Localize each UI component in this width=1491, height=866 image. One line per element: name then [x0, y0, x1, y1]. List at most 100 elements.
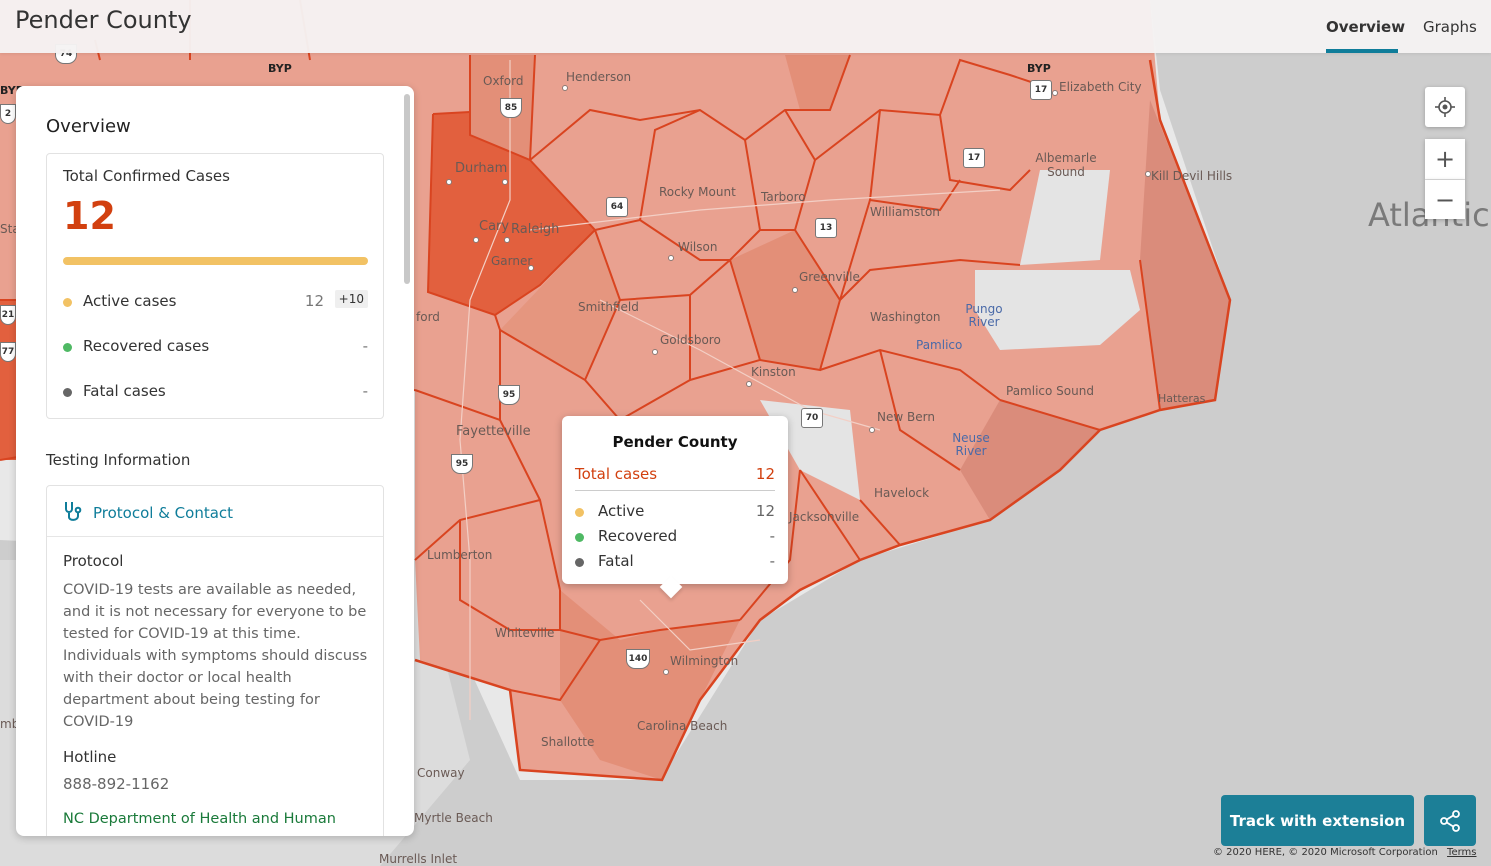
overview-panel: Overview Total Confirmed Cases 12 Active…	[16, 86, 414, 836]
stethoscope-icon	[65, 502, 82, 521]
protocol-text: COVID-19 tests are available as needed, …	[63, 582, 368, 730]
map-label-water: Pungo River	[965, 302, 1003, 329]
interstate-shield: 85	[500, 98, 522, 118]
map-label-city: ford	[416, 310, 440, 324]
map-label-city: Garner	[491, 254, 533, 268]
popup-total-value: 12	[755, 465, 775, 483]
county-popup: Pender County Total cases 12 Active 12 R…	[562, 416, 788, 599]
map-label-city: Durham	[455, 161, 508, 176]
copyright-text: © 2020 HERE, © 2020 Microsoft Corporatio…	[1213, 847, 1438, 858]
map-label-city: Myrtle Beach	[414, 811, 493, 825]
top-header: Pender County Overview Graphs	[0, 0, 1491, 53]
active-dot-icon	[575, 508, 584, 517]
us-route-shield: 70	[801, 408, 823, 428]
fatal-dot-icon	[575, 558, 584, 567]
bypass-label: BYP	[268, 62, 292, 75]
popup-active-label: Active	[598, 502, 645, 520]
fatal-cases-value: -	[362, 382, 368, 400]
popup-fatal-value: -	[769, 552, 775, 570]
map-label-city: Cary	[479, 219, 510, 234]
terms-link[interactable]: Terms	[1447, 847, 1476, 858]
hotline-number[interactable]: 888-892-1162	[63, 775, 169, 793]
active-tab-indicator	[1326, 49, 1398, 53]
map-label-city: Albemarle Sound	[1035, 151, 1097, 179]
map-label-city: Washington	[870, 310, 941, 324]
map-copyright: © 2020 HERE, © 2020 Microsoft Corporatio…	[1213, 847, 1476, 858]
confirmed-cases-count: 12	[63, 194, 116, 238]
crosshair-icon	[1435, 97, 1455, 117]
map-label-city: Conway	[417, 766, 465, 780]
share-button[interactable]	[1424, 795, 1476, 846]
map-label-city: Williamston	[870, 205, 940, 219]
active-dot-icon	[63, 298, 72, 307]
map-label-city: Wilmington	[670, 654, 739, 668]
map-label-city: Jacksonville	[789, 510, 860, 524]
cases-progress-bar	[63, 257, 368, 265]
recovered-cases-label: Recovered cases	[83, 337, 210, 355]
confirmed-cases-label: Total Confirmed Cases	[63, 167, 230, 185]
us-route-shield: 17	[1030, 80, 1052, 100]
us-route-shield: 13	[815, 218, 837, 238]
protocol-contact-header[interactable]: Protocol & Contact	[47, 486, 383, 537]
us-route-shield: 17	[963, 148, 985, 168]
track-with-extension-button[interactable]: Track with extension	[1221, 795, 1414, 846]
map-label-city: Lumberton	[427, 548, 493, 562]
map-label-city: Henderson	[566, 70, 632, 84]
locate-me-button[interactable]	[1425, 87, 1465, 127]
protocol-contact-title: Protocol & Contact	[93, 504, 234, 522]
map-label-city: Elizabeth City	[1059, 80, 1142, 94]
nc-dhhs-link[interactable]: NC Department of Health and Human	[63, 811, 336, 827]
map-label-city: Wilson	[678, 240, 718, 254]
map-label-city: Kill Devil Hills	[1151, 169, 1233, 183]
active-cases-delta: +10	[334, 290, 368, 308]
us-route-shield: 64	[606, 197, 628, 217]
map-label-city: Oxford	[483, 74, 524, 88]
map-label-city: Tarboro	[761, 190, 806, 204]
popup-title: Pender County	[612, 433, 738, 451]
map-label-water: Pamlico	[916, 338, 963, 352]
panel-title: Overview	[46, 116, 131, 137]
recovered-dot-icon	[575, 533, 584, 542]
map-label-city: Shallotte	[541, 735, 595, 749]
testing-heading: Testing Information	[46, 451, 191, 469]
popup-fatal-label: Fatal	[598, 552, 634, 570]
zoom-out-button[interactable]: −	[1425, 180, 1465, 219]
zoom-in-button[interactable]: +	[1425, 139, 1465, 180]
map-label-city: Smithfield	[578, 300, 639, 314]
map-label-city: Fayetteville	[456, 424, 531, 439]
active-cases-label: Active cases	[83, 292, 177, 310]
fatal-cases-row: Fatal cases -	[63, 382, 368, 402]
map-label-city: Rocky Mount	[659, 185, 736, 199]
interstate-shield: 95	[498, 385, 520, 405]
interstate-shield: 140	[626, 649, 650, 669]
tab-overview[interactable]: Overview	[1326, 18, 1405, 36]
popup-total-row: Total cases 12	[575, 465, 775, 483]
tab-graphs[interactable]: Graphs	[1423, 18, 1477, 36]
popup-active-value: 12	[755, 502, 775, 520]
popup-divider	[575, 490, 775, 491]
recovered-dot-icon	[63, 343, 72, 352]
testing-card: Protocol & Contact Protocol COVID-19 tes…	[46, 485, 384, 836]
map-label-city: Havelock	[874, 486, 930, 500]
fatal-dot-icon	[63, 388, 72, 397]
popup-recovered-label: Recovered	[598, 527, 678, 545]
protocol-heading: Protocol	[63, 552, 124, 570]
panel-scrollbar[interactable]	[404, 94, 410, 284]
map-label-city: Kinston	[751, 365, 796, 379]
map-label-city: Murrells Inlet	[379, 852, 458, 866]
interstate-shield: 95	[451, 454, 473, 474]
map-label-city: Raleigh	[511, 222, 560, 237]
popup-total-label: Total cases	[575, 465, 658, 483]
map-label-city: New Bern	[877, 410, 935, 424]
popup-recovered-value: -	[769, 527, 775, 545]
recovered-cases-row: Recovered cases -	[63, 337, 368, 357]
interstate-shield: 2	[0, 104, 16, 124]
bypass-label: BYP	[1027, 62, 1051, 75]
map-label-city: Goldsboro	[660, 333, 721, 347]
recovered-cases-value: -	[362, 337, 368, 355]
map-label-city: Pamlico Sound	[1006, 384, 1094, 398]
fatal-cases-label: Fatal cases	[83, 382, 166, 400]
confirmed-cases-card: Total Confirmed Cases 12 Active cases 12…	[46, 153, 384, 419]
page-title: Pender County	[15, 6, 192, 34]
map-label-city: Hatteras	[1158, 392, 1206, 405]
